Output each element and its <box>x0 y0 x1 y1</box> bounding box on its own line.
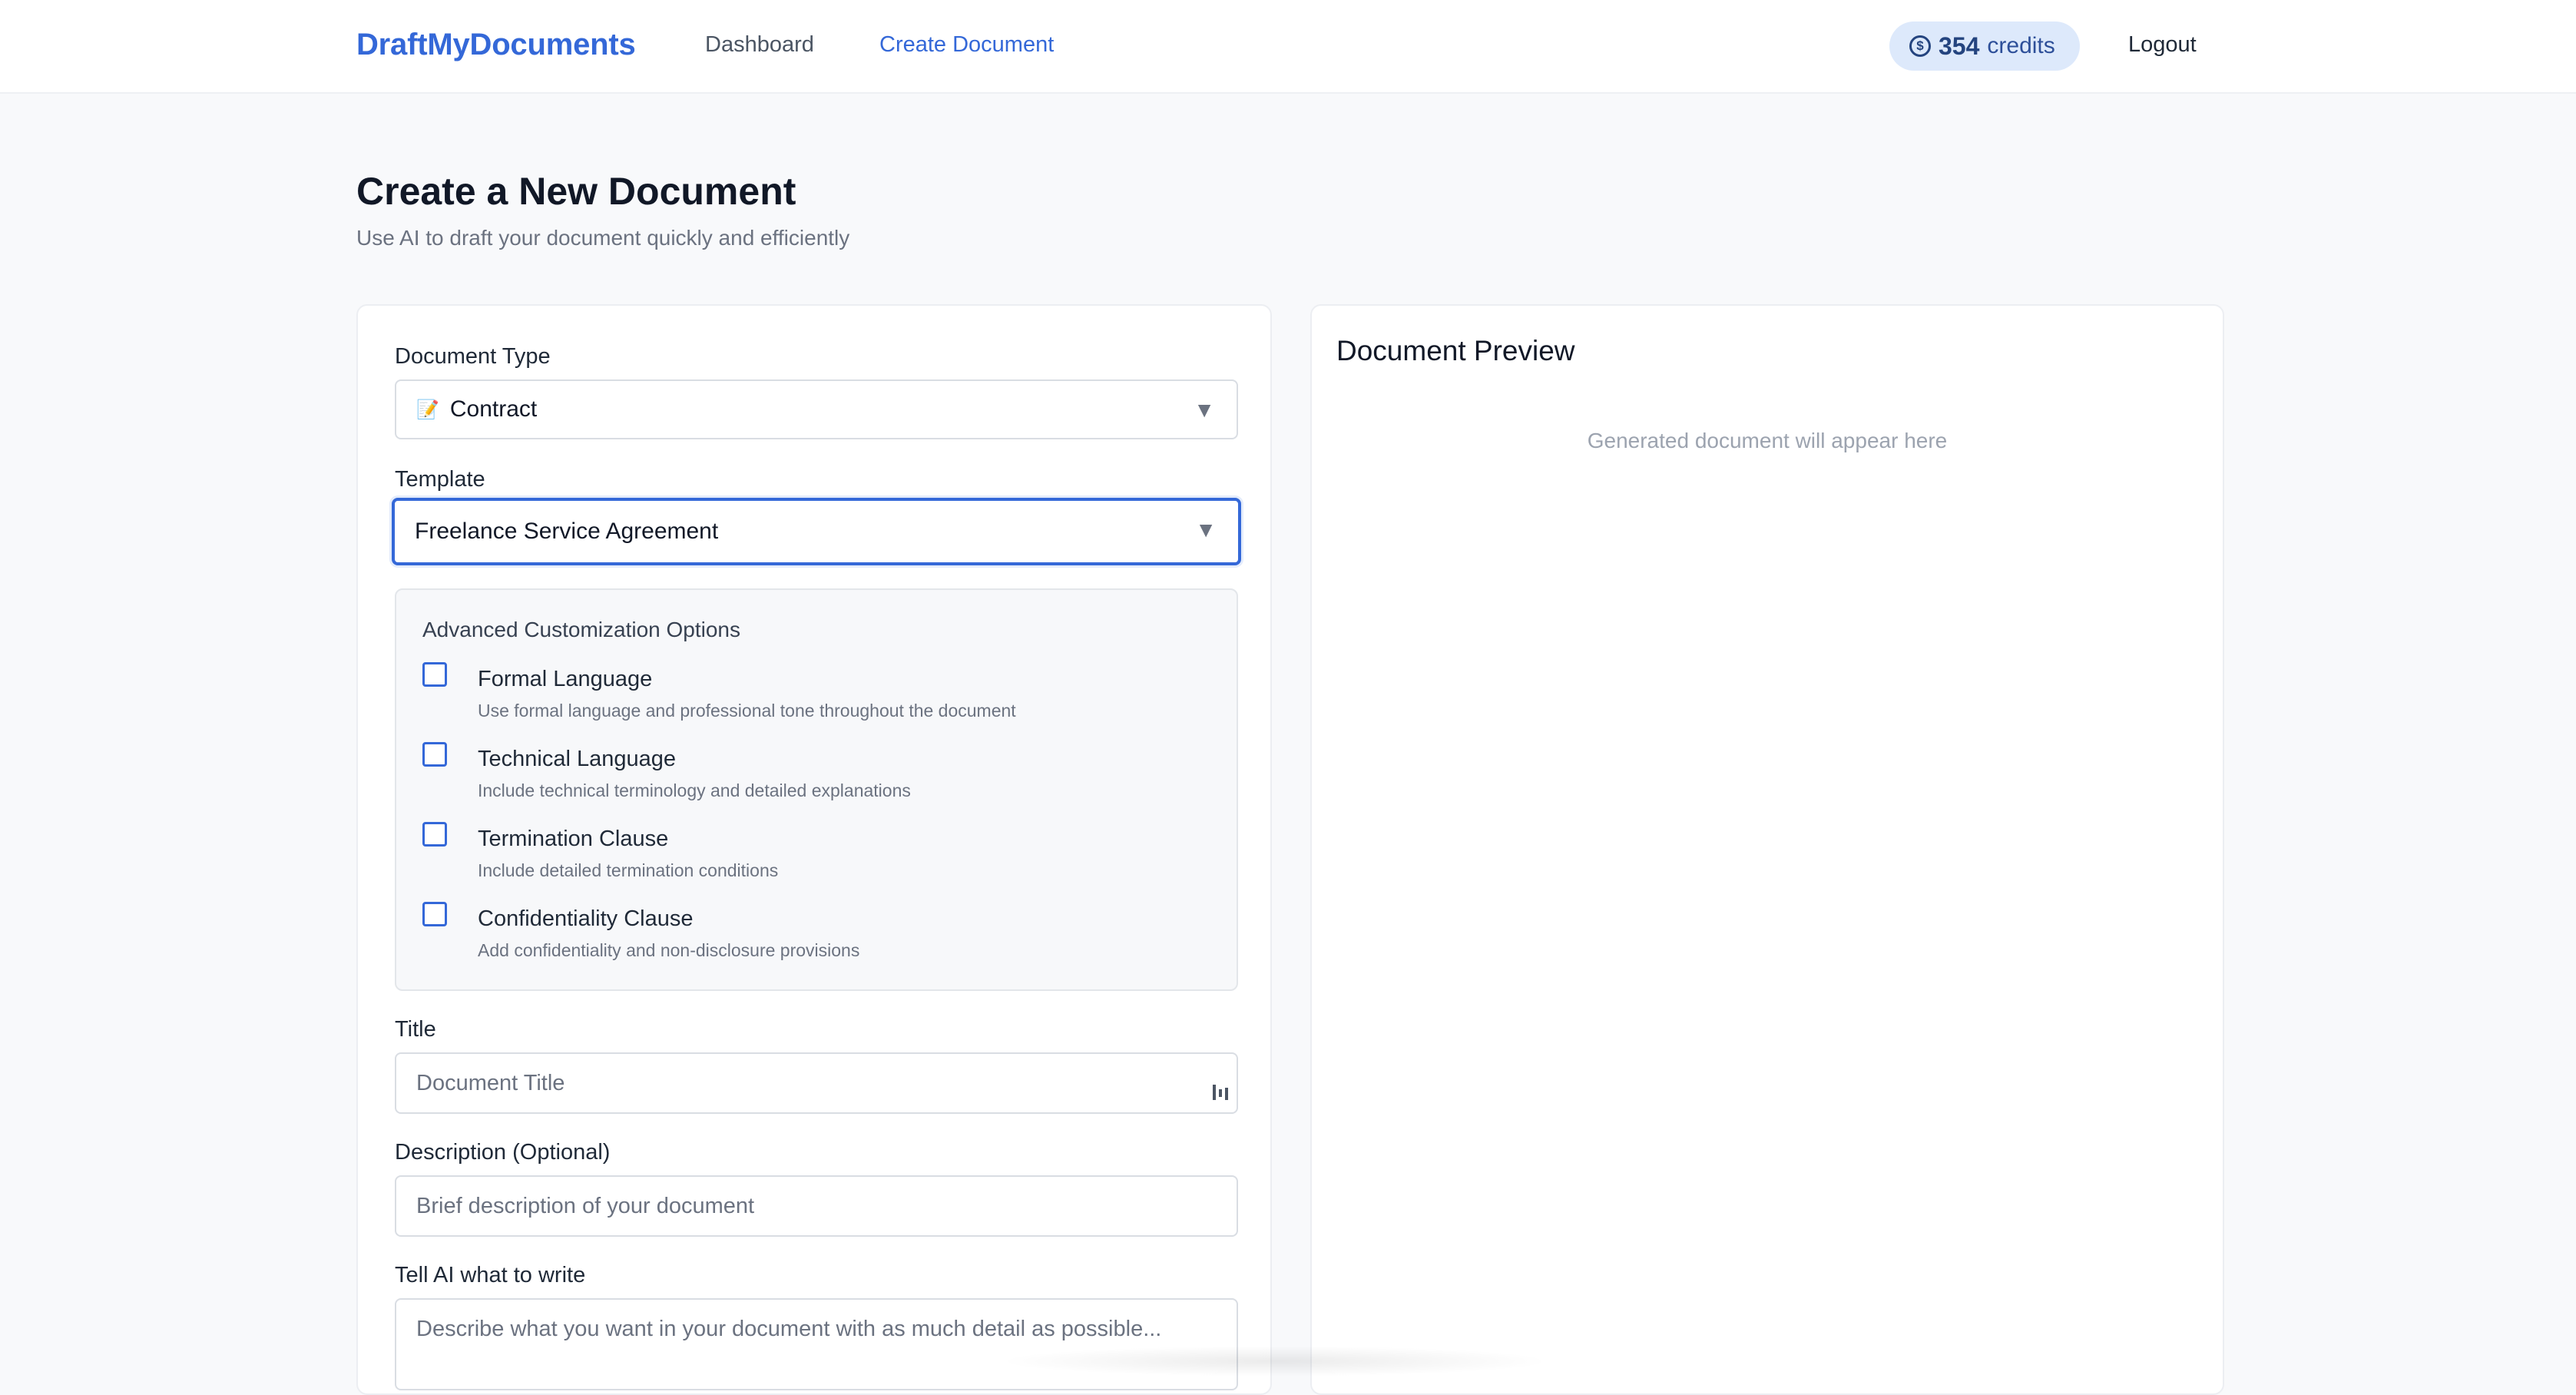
advanced-options-title: Advanced Customization Options <box>422 618 740 641</box>
description-label: Description (Optional) <box>395 1140 611 1165</box>
document-type-value: Contract <box>449 396 538 422</box>
template-label: Template <box>395 467 485 492</box>
template-value: Freelance Service Agreement <box>415 519 719 544</box>
prompt-label: Tell AI what to write <box>395 1263 586 1287</box>
option-label: Formal Language <box>478 667 653 691</box>
brand-logo[interactable]: DraftMyDocuments <box>356 28 636 62</box>
technical-language-checkbox[interactable] <box>422 742 447 767</box>
top-navbar: DraftMyDocuments Dashboard Create Docume… <box>0 0 2576 94</box>
document-type-select[interactable]: 📝 Contract ▼ <box>395 379 1238 439</box>
formal-language-checkbox[interactable] <box>422 662 447 687</box>
option-description: Include detailed termination conditions <box>478 860 779 880</box>
advanced-options-panel: Advanced Customization Options Formal La… <box>395 588 1238 991</box>
preview-title: Document Preview <box>1336 335 1575 366</box>
credits-label: credits <box>1987 33 2055 58</box>
template-select[interactable]: Freelance Service Agreement ▼ <box>392 498 1241 565</box>
nav-link-dashboard[interactable]: Dashboard <box>705 32 814 58</box>
confidentiality-clause-checkbox[interactable] <box>422 902 447 926</box>
credits-badge[interactable]: $ 354 credits <box>1889 22 2080 71</box>
page-title: Create a New Document <box>356 170 796 213</box>
page-subtitle: Use AI to draft your document quickly an… <box>356 226 850 250</box>
document-type-label: Document Type <box>395 344 551 369</box>
title-input[interactable] <box>395 1052 1238 1114</box>
password-manager-icon[interactable] <box>1212 1082 1229 1103</box>
description-input[interactable] <box>395 1175 1238 1237</box>
title-label: Title <box>395 1017 436 1042</box>
option-label: Termination Clause <box>478 827 669 851</box>
dollar-coin-icon: $ <box>1909 35 1931 57</box>
document-form-card: Document Type 📝 Contract ▼ Template Free… <box>356 304 1272 1395</box>
option-description: Use formal language and professional ton… <box>478 701 1016 721</box>
logout-button[interactable]: Logout <box>2128 32 2197 58</box>
option-description: Include technical terminology and detail… <box>478 780 911 800</box>
memo-icon: 📝 <box>416 399 439 420</box>
option-description: Add confidentiality and non-disclosure p… <box>478 940 860 960</box>
prompt-textarea[interactable] <box>395 1298 1238 1390</box>
preview-empty-state: Generated document will appear here <box>1587 429 1948 452</box>
nav-link-create-document[interactable]: Create Document <box>879 32 1054 58</box>
chevron-down-icon: ▼ <box>1194 398 1215 422</box>
option-label: Technical Language <box>478 747 676 771</box>
credits-count: 354 <box>1939 31 1980 60</box>
termination-clause-checkbox[interactable] <box>422 822 447 847</box>
floating-shadow <box>998 1346 1551 1377</box>
option-label: Confidentiality Clause <box>478 906 694 931</box>
document-preview-card: Document Preview Generated document will… <box>1310 304 2224 1395</box>
chevron-down-icon: ▼ <box>1195 518 1217 542</box>
